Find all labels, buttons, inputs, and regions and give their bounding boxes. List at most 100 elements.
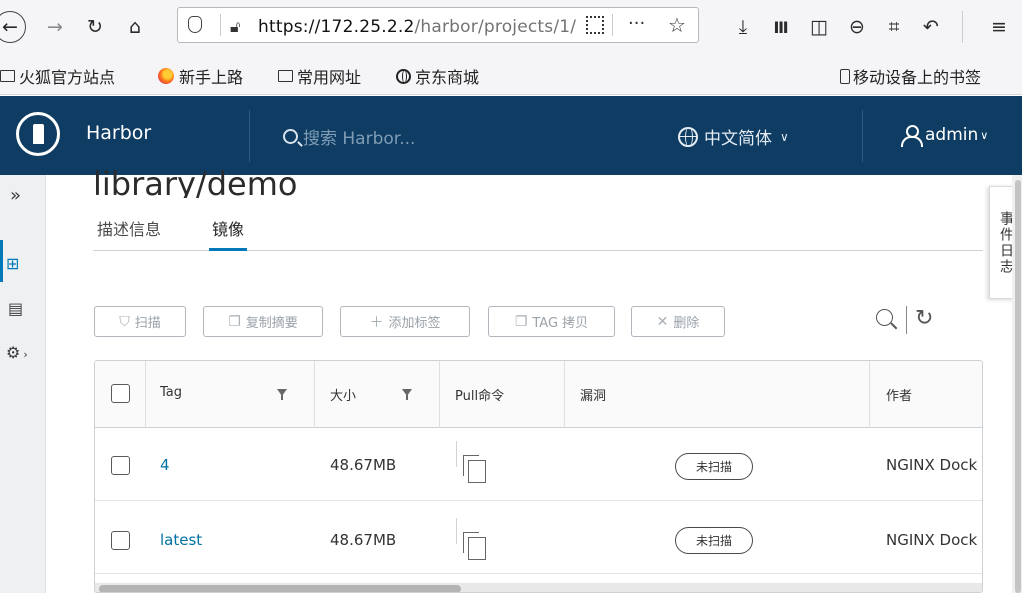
globe-icon [678, 126, 698, 147]
page-scrollbar-thumb[interactable] [1015, 180, 1021, 593]
copy-tag-button[interactable]: ❐ TAG 拷贝 [488, 306, 615, 337]
copy-tag-label: TAG 拷贝 [532, 316, 589, 331]
qr-code-icon[interactable] [586, 16, 604, 34]
vulnerability-status-badge: 未扫描 [675, 453, 753, 480]
bookmark-label: 京东商城 [415, 68, 480, 87]
bookmarks-bar: 火狐官方站点 新手上路 常用网址 京东商城 移动设备上的书签 [0, 56, 1022, 95]
select-all-checkbox[interactable] [111, 384, 130, 403]
toolbar-divider [906, 306, 907, 334]
tab-description[interactable]: 描述信息 [97, 216, 161, 248]
app-name[interactable]: Harbor [86, 122, 151, 144]
close-icon: ✕ [656, 313, 669, 330]
bookmark-item[interactable]: 京东商城 [396, 64, 479, 88]
column-separator [564, 361, 565, 428]
user-icon [900, 124, 923, 147]
copy-pull-command-icon[interactable] [463, 532, 486, 560]
copy-digest-button[interactable]: ❐ 复制摘要 [203, 306, 323, 337]
column-header-tag[interactable]: Tag [160, 385, 182, 400]
image-author: NGINX Dock [886, 531, 978, 549]
scan-label: 扫描 [134, 316, 161, 331]
expand-nav-icon[interactable]: » [10, 185, 21, 206]
sidebar-icon[interactable]: ◫ [806, 14, 832, 40]
reload-icon[interactable]: ↻ [82, 14, 108, 40]
mobile-bookmarks-label: 移动设备上的书签 [853, 68, 982, 87]
search-icon [283, 129, 298, 144]
firefox-icon [158, 68, 174, 84]
scrollbar-thumb[interactable] [99, 585, 461, 592]
column-separator [869, 361, 870, 428]
column-header-pull[interactable]: Pull命令 [455, 385, 504, 404]
language-selector[interactable]: 中文简体 ∨ [678, 124, 789, 149]
table-row[interactable]: latest 48.67MB 未扫描 NGINX Dock [95, 501, 982, 574]
search-icon[interactable] [874, 307, 898, 331]
bookmark-item[interactable]: 火狐官方站点 [0, 64, 115, 88]
folder-icon [0, 70, 15, 82]
user-name: admin [925, 125, 979, 145]
table-header: Tag 大小 Pull命令 漏洞 作者 [95, 361, 982, 428]
copy-icon: ❐ [228, 313, 241, 330]
url-divider [220, 14, 221, 36]
forward-icon[interactable]: → [42, 14, 68, 40]
filter-icon[interactable] [402, 389, 412, 400]
bookmark-label: 常用网址 [297, 68, 362, 87]
add-label-button[interactable]: ＋ 添加标签 [340, 306, 470, 337]
table-row[interactable]: 4 48.67MB 未扫描 NGINX Dock [95, 428, 982, 501]
row-checkbox[interactable] [111, 456, 130, 475]
projects-icon[interactable]: ⊞ [6, 254, 19, 273]
back-icon[interactable]: ← [0, 11, 26, 43]
undo-icon[interactable]: ↶ [918, 14, 944, 40]
column-header-size[interactable]: 大小 [330, 385, 356, 404]
admin-settings-icon[interactable]: ⚙ › [6, 343, 28, 362]
url-path: /harbor/projects/1/ [414, 17, 577, 37]
shield-check-icon: ⛉ [119, 313, 130, 330]
logs-icon[interactable]: ▤ [8, 299, 23, 318]
chevron-down-icon: ∨ [980, 128, 989, 142]
tag-link[interactable]: 4 [160, 456, 170, 474]
filter-icon[interactable] [277, 389, 287, 400]
tag-link[interactable]: latest [160, 531, 202, 549]
images-table: Tag 大小 Pull命令 漏洞 作者 4 48.67MB 未扫描 NGINX … [94, 360, 983, 593]
library-icon[interactable]: Ⅲ [768, 14, 794, 40]
image-author: NGINX Dock [886, 456, 978, 474]
bookmark-item[interactable]: 常用网址 [278, 64, 361, 88]
shield-icon[interactable] [188, 16, 202, 33]
delete-button[interactable]: ✕ 删除 [631, 306, 725, 337]
cell-divider [456, 441, 457, 467]
copy-digest-label: 复制摘要 [245, 316, 298, 331]
image-size: 48.67MB [330, 531, 397, 549]
global-search[interactable]: 搜索 Harbor... [283, 124, 415, 149]
mobile-bookmarks[interactable]: 移动设备上的书签 [840, 64, 981, 88]
star-icon[interactable]: ☆ [668, 13, 686, 37]
row-checkbox[interactable] [111, 531, 130, 550]
user-menu[interactable]: admin ∨ [900, 124, 989, 147]
menu-icon[interactable]: ≡ [986, 14, 1012, 40]
more-actions-icon[interactable]: ··· [628, 13, 645, 34]
horizontal-scrollbar[interactable] [95, 583, 982, 592]
lock-warning-icon[interactable]: 🔓︎ [230, 17, 240, 37]
tab-images[interactable]: 镜像 [209, 216, 248, 251]
left-nav: » ⊞ ▤ ⚙ › [0, 175, 46, 593]
column-header-vulnerability[interactable]: 漏洞 [580, 385, 606, 404]
url-text[interactable]: https://172.25.2.2/harbor/projects/1/ [258, 17, 576, 37]
download-icon[interactable]: ⤓ [730, 14, 756, 40]
home-icon[interactable]: ⌂ [122, 14, 148, 40]
copy-pull-command-icon[interactable] [463, 455, 486, 483]
bookmark-item[interactable]: 新手上路 [158, 64, 243, 88]
scan-button[interactable]: ⛉ 扫描 [94, 306, 186, 337]
header-divider [862, 110, 863, 162]
refresh-icon[interactable]: ↻ [915, 306, 933, 331]
nav-active-indicator [0, 240, 3, 282]
column-separator [439, 361, 440, 428]
account-icon[interactable]: ⊖ [844, 14, 870, 40]
delete-label: 删除 [673, 316, 700, 331]
copy-icon: ❐ [514, 313, 528, 330]
chevron-down-icon: ∨ [780, 129, 789, 144]
harbor-logo-icon[interactable] [16, 112, 60, 156]
column-header-author[interactable]: 作者 [886, 385, 912, 404]
crop-icon[interactable]: ⌗ [881, 14, 907, 40]
url-bar[interactable]: 🔓︎ https://172.25.2.2/harbor/projects/1/… [177, 7, 699, 43]
globe-icon [396, 68, 411, 84]
url-divider [612, 14, 613, 36]
column-separator [314, 361, 315, 428]
browser-toolbar: ← → ↻ ⌂ 🔓︎ https://172.25.2.2/harbor/pro… [0, 0, 1022, 56]
